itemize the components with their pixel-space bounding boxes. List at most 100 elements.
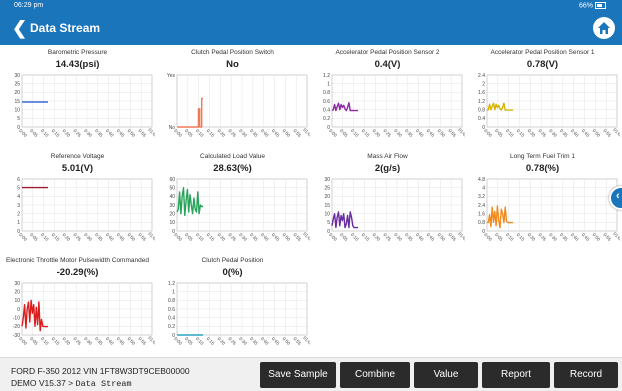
x-tick-label: 0:15 (516, 232, 526, 242)
x-tick-label: 0:10 (505, 128, 515, 138)
x-tick-label: 0:55 (292, 128, 302, 138)
x-tick-label: 0:55 (137, 336, 147, 346)
footer-bar: FORD F-350 2012 VIN 1FT8W3DT9CEB00000 DE… (0, 357, 622, 391)
data-stream-item[interactable]: Reference Voltage 5.01(V) 6 5 4 3 2 1 0 0:00 0:05 0… (0, 149, 155, 253)
data-stream-grid: Barometric Pressure 14.43(psi) 30 25 20 15 10 5… (0, 45, 622, 357)
item-name: Clutch Pedal Position (201, 257, 264, 264)
y-tick-label: 6 (17, 177, 20, 183)
chevron-left-icon: ‹ (616, 190, 620, 202)
x-tick-label: 0:25 (382, 128, 392, 138)
x-tick-label: 0:45 (581, 232, 591, 242)
x-tick-label: 01:00 (612, 231, 620, 243)
series-line (486, 102, 513, 111)
y-tick-label: 30 (14, 73, 20, 79)
x-tick-label: 0:05 (29, 232, 39, 242)
x-tick-label: 0:25 (227, 336, 237, 346)
x-tick-label: 0:55 (602, 128, 612, 138)
chart-grid (176, 74, 308, 128)
y-tick-label: 1 (17, 220, 20, 226)
chart-grid (21, 178, 153, 232)
y-tick-label: 10 (14, 107, 20, 113)
battery-indicator: 66% (579, 2, 606, 9)
y-tick-label: 4 (17, 194, 20, 200)
y-tick-label: 40 (169, 194, 175, 200)
x-tick-label: 0:30 (238, 336, 248, 346)
y-tick-label: 1.6 (478, 90, 485, 96)
x-tick-label: 0:35 (94, 128, 104, 138)
data-stream-item[interactable]: Clutch Pedal Position Switch No Yes No 0:00 0… (155, 45, 310, 149)
x-tick-label: 0:45 (116, 336, 126, 346)
x-tick-label: 0:20 (372, 232, 382, 242)
series-line (331, 211, 358, 229)
y-tick-label: 0.8 (478, 107, 485, 113)
series-line (21, 299, 48, 332)
x-tick-label: 0:50 (282, 336, 292, 346)
data-stream-item[interactable]: Accelerator Pedal Position Sensor 2 0.4(V… (310, 45, 465, 149)
y-tick-label: 0.8 (323, 90, 330, 96)
back-icon[interactable]: ❮ (12, 18, 27, 38)
y-tick-label: -10 (13, 315, 20, 321)
report-button[interactable]: Report (482, 362, 550, 388)
x-tick-label: 0:05 (184, 232, 194, 242)
y-tick-label: 5 (17, 116, 20, 122)
chart-grid (331, 74, 463, 128)
x-tick-label: 0:05 (339, 232, 349, 242)
x-tick-label: 0:00 (483, 128, 493, 138)
x-tick-label: 0:50 (127, 336, 137, 346)
line-chart: YesNo0:00 0:05 0:10 0:15 0:20 0:25 0:30 0:35 0:4… (167, 73, 310, 139)
x-tick-label: 0:40 (260, 128, 270, 138)
y-tick-label: 4 (482, 185, 485, 191)
x-tick-label: 0:25 (72, 336, 82, 346)
home-button[interactable] (593, 17, 615, 39)
x-tick-label: 0:50 (592, 232, 602, 242)
line-chart: 60504030201000:00 0:05 0:10 0:15 0:20 0:25 0:3… (169, 177, 310, 243)
x-tick-label: 0:15 (51, 232, 61, 242)
breadcrumb-prefix: DEMO V15.37 > (11, 378, 76, 388)
record-button[interactable]: Record (554, 362, 618, 388)
x-tick-label: 0:00 (18, 232, 28, 242)
x-tick-label: 0:00 (173, 128, 183, 138)
series-line (177, 97, 203, 128)
y-tick-label: 10 (324, 211, 330, 217)
x-tick-label: 0:00 (173, 232, 183, 242)
chart-grid (486, 74, 618, 128)
combine-button[interactable]: Combine (340, 362, 410, 388)
x-tick-label: 0:15 (206, 128, 216, 138)
x-tick-label: 0:30 (83, 128, 93, 138)
x-tick-label: 0:00 (173, 336, 183, 346)
data-stream-item[interactable]: Clutch Pedal Position 0(%) 1.2 1 0.8 0.6 0.4 0.… (155, 253, 310, 357)
x-tick-label: 0:30 (83, 336, 93, 346)
item-name: Accelerator Pedal Position Sensor 2 (335, 49, 440, 56)
y-tick-label: 0.2 (168, 324, 175, 330)
data-stream-item[interactable]: Barometric Pressure 14.43(psi) 30 25 20 15 10 5… (0, 45, 155, 149)
data-stream-item[interactable]: Accelerator Pedal Position Sensor 1 0.78(… (465, 45, 620, 149)
line-chart: 65432100:00 0:05 0:10 0:15 0:20 0:25 0:30 0:35 0… (17, 177, 155, 243)
data-stream-item[interactable]: Long Term Fuel Trim 1 0.78(%) 4.8 4 3.2 2.4 1.… (465, 149, 620, 253)
x-tick-label: 0:45 (271, 128, 281, 138)
x-tick-label: 0:45 (271, 232, 281, 242)
y-tick-label: 0.4 (323, 107, 330, 113)
y-tick-label: 10 (14, 298, 20, 304)
data-stream-item[interactable]: Mass Air Flow 2(g/s) 30 25 20 15 10 5 0 0:00 0:05 0… (310, 149, 465, 253)
x-tick-label: 0:55 (447, 128, 457, 138)
x-tick-label: 0:40 (570, 128, 580, 138)
x-tick-label: 0:30 (393, 128, 403, 138)
x-tick-label: 0:25 (227, 128, 237, 138)
save-sample-button[interactable]: Save Sample (260, 362, 336, 388)
value-button[interactable]: Value (414, 362, 478, 388)
x-tick-label: 0:10 (195, 336, 205, 346)
x-tick-label: 0:35 (404, 128, 414, 138)
x-tick-label: 0:35 (249, 336, 259, 346)
y-tick-label: 2 (17, 211, 20, 217)
battery-percent: 66% (578, 2, 593, 10)
x-tick-label: 0:15 (361, 128, 371, 138)
x-tick-label: 0:50 (282, 232, 292, 242)
x-tick-label: 0:55 (602, 232, 612, 242)
data-stream-item[interactable]: Electronic Throttle Motor Pulsewidth Com… (0, 253, 155, 357)
series-line (176, 186, 204, 217)
x-tick-label: 0:55 (137, 232, 147, 242)
chart-grid (486, 178, 618, 232)
data-stream-item[interactable]: Calculated Load Value 28.63(%) 60 50 40 30 20 1… (155, 149, 310, 253)
y-tick-label: 3.2 (478, 194, 485, 200)
status-time: 06:29 pm (14, 2, 44, 9)
